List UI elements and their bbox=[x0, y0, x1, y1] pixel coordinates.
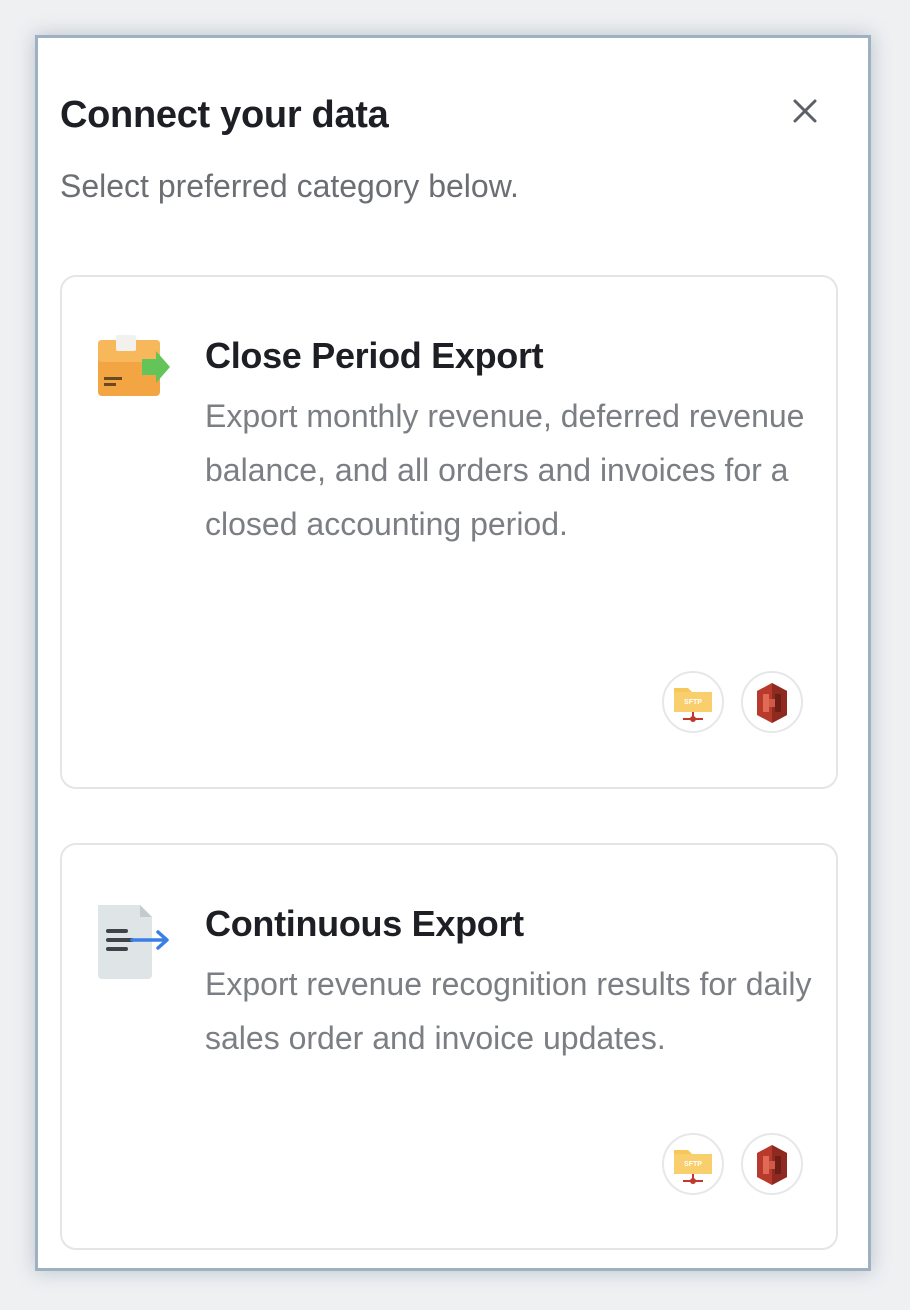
amazon-s3-icon bbox=[757, 1145, 787, 1185]
amazon-s3-icon bbox=[757, 683, 787, 723]
category-card-continuous-export[interactable]: Continuous Export Export revenue recogni… bbox=[60, 843, 838, 1250]
document-export-icon bbox=[96, 903, 172, 979]
category-card-close-period-export[interactable]: Close Period Export Export monthly reven… bbox=[60, 275, 838, 789]
category-title: Continuous Export bbox=[205, 903, 524, 944]
sftp-folder-icon: SFTP bbox=[674, 688, 712, 722]
sftp-destination-button[interactable]: SFTP bbox=[662, 1133, 724, 1195]
amazon-s3-destination-button[interactable] bbox=[741, 671, 803, 733]
category-title: Close Period Export bbox=[205, 335, 544, 376]
dialog-subtitle: Select preferred category below. bbox=[60, 168, 519, 204]
sftp-destination-button[interactable]: SFTP bbox=[662, 671, 724, 733]
folder-export-icon bbox=[96, 335, 172, 411]
category-description: Export monthly revenue, deferred revenue… bbox=[205, 398, 805, 542]
connect-data-dialog: Connect your data Select preferred categ… bbox=[35, 35, 871, 1271]
sftp-folder-icon: SFTP bbox=[674, 1150, 712, 1184]
sftp-label: SFTP bbox=[684, 699, 702, 706]
close-button[interactable] bbox=[790, 96, 820, 126]
category-description: Export revenue recognition results for d… bbox=[205, 966, 812, 1056]
dialog-title: Connect your data bbox=[60, 94, 389, 136]
sftp-label: SFTP bbox=[684, 1161, 702, 1168]
amazon-s3-destination-button[interactable] bbox=[741, 1133, 803, 1195]
close-icon[interactable] bbox=[790, 96, 820, 126]
